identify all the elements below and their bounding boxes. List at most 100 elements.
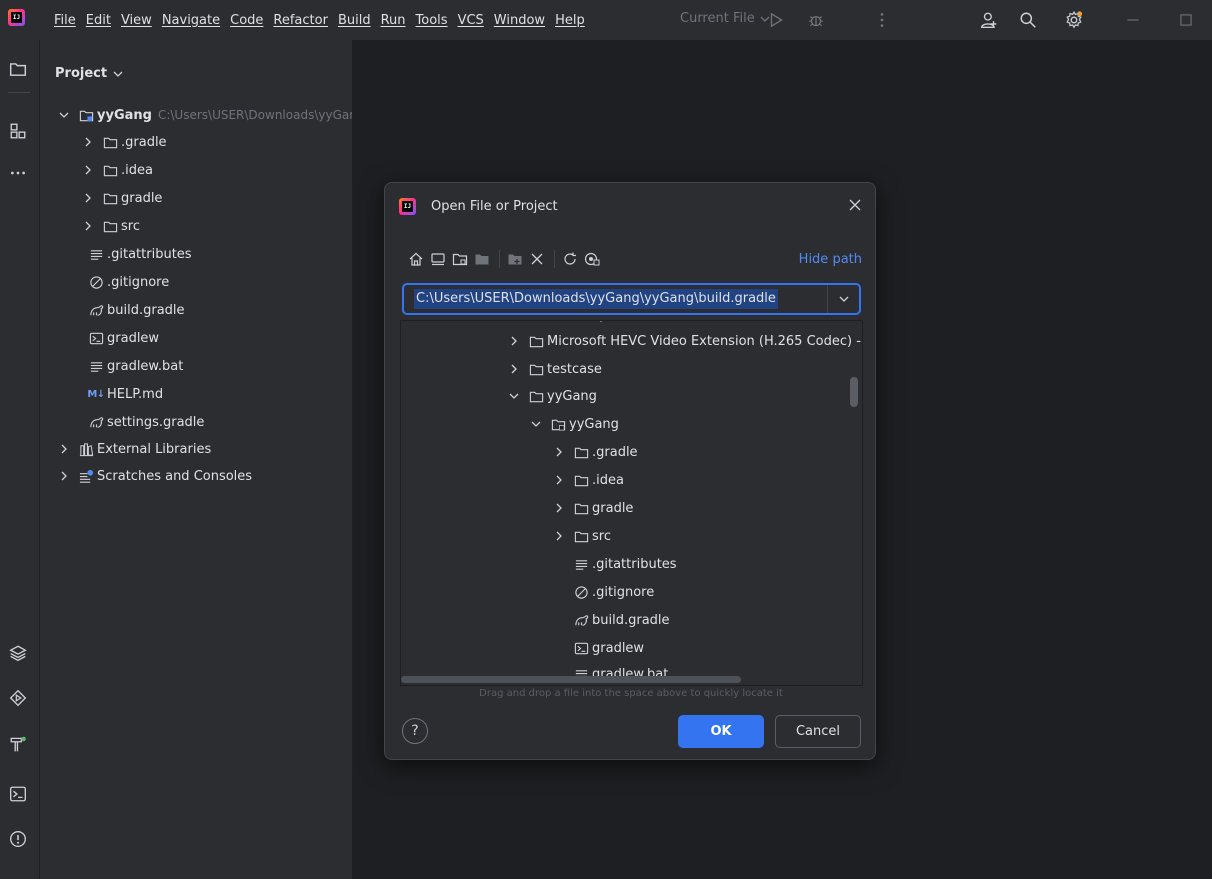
more-actions-icon[interactable] bbox=[872, 10, 892, 30]
refresh-icon[interactable] bbox=[561, 250, 579, 268]
more-tool-windows-icon[interactable] bbox=[8, 163, 28, 183]
chevron-right-icon[interactable] bbox=[553, 446, 565, 458]
tree-item-external-libraries[interactable]: External Libraries bbox=[58, 439, 211, 459]
tree-item-scratches[interactable]: Scratches and Consoles bbox=[58, 466, 252, 486]
tree-item-label: testcase bbox=[547, 361, 602, 377]
tree-item[interactable]: .gitignore bbox=[573, 582, 654, 602]
tree-item[interactable]: testcase bbox=[508, 359, 602, 379]
tree-item[interactable]: .idea bbox=[82, 160, 153, 180]
services-layers-icon[interactable] bbox=[8, 643, 28, 663]
hide-path-link[interactable]: Hide path bbox=[799, 252, 862, 267]
menu-run[interactable]: Run bbox=[376, 13, 411, 28]
tree-item[interactable]: gradlew bbox=[573, 638, 644, 658]
menu-navigate[interactable]: Navigate bbox=[157, 13, 225, 28]
chevron-right-icon[interactable] bbox=[82, 164, 94, 176]
path-input-value[interactable]: C:\Users\USER\Downloads\yyGang\yyGang\bu… bbox=[414, 289, 778, 309]
title-bar: IJ File Edit View Navigate Code Refactor… bbox=[0, 0, 1212, 40]
vertical-scrollbar-thumb[interactable] bbox=[850, 377, 858, 407]
menu-refactor[interactable]: Refactor bbox=[268, 13, 333, 28]
tree-item-selected[interactable]: build.gradle bbox=[573, 610, 670, 630]
chevron-right-icon[interactable] bbox=[58, 443, 70, 455]
tree-item-label: src bbox=[121, 218, 140, 234]
tree-item[interactable]: gradlew.bat bbox=[88, 356, 183, 376]
gradle-icon bbox=[573, 612, 589, 628]
toolbar-separator bbox=[554, 250, 555, 268]
menu-tools[interactable]: Tools bbox=[411, 13, 453, 28]
tree-item[interactable]: settings.gradle bbox=[88, 412, 204, 432]
desktop-icon[interactable] bbox=[429, 250, 447, 268]
chevron-down-icon[interactable] bbox=[508, 390, 520, 402]
tree-item[interactable]: .idea bbox=[553, 470, 624, 490]
tree-item[interactable]: gradle bbox=[553, 498, 633, 518]
tree-item[interactable]: build.gradle bbox=[88, 300, 185, 320]
project-view-selector[interactable]: Project bbox=[55, 66, 123, 81]
run-icon[interactable] bbox=[766, 10, 786, 30]
horizontal-scrollbar-thumb[interactable] bbox=[401, 676, 741, 683]
menu-view[interactable]: View bbox=[116, 13, 157, 28]
tree-item[interactable]: src bbox=[553, 526, 611, 546]
debug-icon[interactable] bbox=[806, 10, 826, 30]
home-icon[interactable] bbox=[407, 250, 425, 268]
new-folder-icon[interactable] bbox=[506, 250, 524, 268]
tree-item-label: yyGang bbox=[569, 416, 619, 432]
chevron-right-icon[interactable] bbox=[82, 136, 94, 148]
tree-item[interactable]: Microsoft HEVC Video Extension (H.265 Co… bbox=[508, 331, 861, 351]
menu-code[interactable]: Code bbox=[225, 13, 268, 28]
path-history-dropdown[interactable] bbox=[827, 285, 859, 313]
tree-item[interactable]: .gradle bbox=[553, 442, 638, 462]
menu-edit[interactable]: Edit bbox=[81, 13, 116, 28]
tree-item[interactable]: src bbox=[82, 216, 140, 236]
run-panel-icon[interactable] bbox=[8, 688, 28, 708]
menu-build[interactable]: Build bbox=[333, 13, 376, 28]
chevron-down-icon[interactable] bbox=[530, 418, 542, 430]
tree-item[interactable]: .gradle bbox=[82, 132, 167, 152]
project-directory-icon[interactable] bbox=[451, 250, 469, 268]
chevron-right-icon[interactable] bbox=[508, 335, 520, 347]
menu-window[interactable]: Window bbox=[489, 13, 550, 28]
tree-item[interactable]: M↓ HELP.md bbox=[87, 384, 163, 404]
module-folder-icon bbox=[78, 107, 94, 123]
show-hidden-files-icon[interactable] bbox=[583, 250, 601, 268]
tree-item[interactable]: .gitattributes bbox=[573, 554, 677, 574]
chevron-right-icon[interactable] bbox=[82, 192, 94, 204]
menu-vcs[interactable]: VCS bbox=[453, 13, 489, 28]
terminal-icon[interactable] bbox=[8, 784, 28, 804]
chevron-down-icon[interactable] bbox=[58, 109, 70, 121]
close-icon[interactable] bbox=[847, 197, 863, 213]
tree-item[interactable]: .gitattributes bbox=[88, 244, 192, 264]
code-with-me-icon[interactable] bbox=[979, 10, 999, 30]
project-folder-icon[interactable] bbox=[8, 59, 28, 79]
run-configuration-selector[interactable]: Current File bbox=[680, 11, 770, 26]
chevron-right-icon[interactable] bbox=[82, 220, 94, 232]
build-hammer-icon[interactable] bbox=[8, 734, 28, 754]
path-input-field[interactable]: C:\Users\USER\Downloads\yyGang\yyGang\bu… bbox=[402, 283, 861, 315]
tree-item[interactable]: gradle bbox=[82, 188, 162, 208]
tree-item[interactable]: yyGang bbox=[508, 386, 597, 406]
cancel-button[interactable]: Cancel bbox=[775, 715, 861, 748]
module-directory-icon[interactable] bbox=[473, 250, 491, 268]
tree-item-label: gradle bbox=[592, 500, 634, 516]
help-button[interactable]: ? bbox=[402, 718, 428, 744]
tree-root-yygang[interactable]: yyGang C:\Users\USER\Downloads\yyGang bbox=[58, 105, 352, 125]
structure-icon[interactable] bbox=[8, 121, 28, 141]
ok-button[interactable]: OK bbox=[678, 715, 764, 748]
tree-item[interactable]: gradlew bbox=[88, 328, 159, 348]
minimize-window-icon[interactable] bbox=[1123, 10, 1143, 30]
search-icon[interactable] bbox=[1018, 10, 1038, 30]
tree-item-label: build.gradle bbox=[107, 302, 185, 318]
delete-icon[interactable] bbox=[528, 250, 546, 268]
menu-file[interactable]: File bbox=[54, 13, 81, 28]
chevron-right-icon[interactable] bbox=[553, 530, 565, 542]
file-chooser-tree[interactable]: Microsoft HEVC Video Extension (H.265 Co… bbox=[400, 320, 863, 686]
chevron-right-icon[interactable] bbox=[553, 474, 565, 486]
maximize-window-icon[interactable] bbox=[1176, 10, 1196, 30]
tree-item[interactable]: yyGang bbox=[530, 414, 619, 434]
chevron-right-icon[interactable] bbox=[58, 470, 70, 482]
menu-help[interactable]: Help bbox=[550, 13, 590, 28]
problems-icon[interactable] bbox=[8, 829, 28, 849]
intellij-logo-icon[interactable]: IJ bbox=[8, 9, 25, 26]
settings-gear-icon[interactable] bbox=[1064, 10, 1084, 30]
tree-item[interactable]: .gitignore bbox=[88, 272, 169, 292]
chevron-right-icon[interactable] bbox=[553, 502, 565, 514]
chevron-right-icon[interactable] bbox=[508, 363, 520, 375]
